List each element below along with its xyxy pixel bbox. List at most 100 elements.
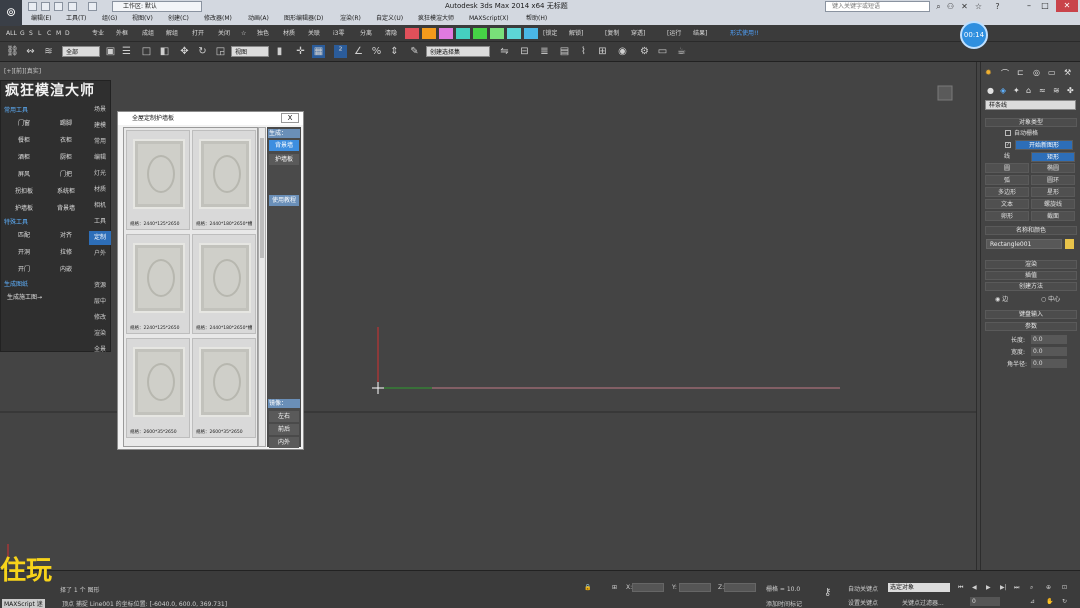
menu-modifiers[interactable]: 修改器(M) <box>204 13 232 25</box>
scale-icon[interactable]: ◲ <box>214 45 227 58</box>
rendered-frame-icon[interactable]: ▭ <box>656 45 669 58</box>
menu-tools[interactable]: 工具(T) <box>66 13 86 25</box>
ribbon-m[interactable]: M <box>56 25 61 42</box>
menu-maxscript[interactable]: MAXScript(X) <box>469 13 509 25</box>
modify-tab-icon[interactable]: ⌒ <box>1001 68 1009 79</box>
prev-frame-icon[interactable]: ◀ <box>972 584 977 591</box>
plugin-btn-match[interactable]: 匹配 <box>3 229 45 242</box>
shape-rectangle-button[interactable]: 矩形 <box>1031 152 1075 162</box>
maximize-icon[interactable]: □ <box>1038 0 1052 12</box>
next-frame-icon[interactable]: ▶| <box>1000 584 1007 591</box>
color-swatch-blue[interactable] <box>524 28 538 39</box>
helpers-icon[interactable]: ≈ <box>1039 86 1046 95</box>
interpolation-rollout[interactable]: 插值 <box>985 271 1077 280</box>
btn-mirror-lr[interactable]: 左右 <box>269 411 299 422</box>
ribbon-unlock[interactable]: 解锁] <box>569 25 583 42</box>
object-name-input[interactable]: Rectangle001 <box>986 239 1062 249</box>
plugin-tab-material[interactable]: 材质 <box>89 183 111 197</box>
panel-thumb[interactable]: 规格：2440*180*2650*槽 <box>192 234 256 334</box>
plugin-btn-sideboard[interactable]: 餐柜 <box>3 134 45 147</box>
corner-radius-spinner[interactable]: 0.0 <box>1031 359 1067 368</box>
schematic-view-icon[interactable]: ⊞ <box>596 45 609 58</box>
name-color-rollout[interactable]: 名称和颜色 <box>985 226 1077 235</box>
align-icon[interactable]: ⊟ <box>518 45 531 58</box>
ribbon-close[interactable]: 关闭 <box>218 25 230 42</box>
named-selection-select[interactable]: 创建选择集 <box>426 46 490 57</box>
plugin-tab-modeling[interactable]: 建模 <box>89 119 111 133</box>
sign-in-icon[interactable]: ⚇ <box>946 2 955 11</box>
plugin-tab-render[interactable]: 渲染 <box>89 327 111 341</box>
plugin-btn-screen[interactable]: 屏风 <box>3 168 45 181</box>
ribbon-g[interactable]: G <box>20 25 25 42</box>
current-frame-input[interactable]: 0 <box>970 597 1000 606</box>
plugin-btn-doors[interactable]: 门窗 <box>3 117 45 130</box>
zoom-icon[interactable]: ⌕ <box>1030 584 1033 592</box>
ribbon-l[interactable]: L <box>38 25 41 42</box>
creation-method-rollout[interactable]: 创建方法 <box>985 282 1077 291</box>
ribbon-d[interactable]: D <box>65 25 70 42</box>
x-coord-input[interactable] <box>632 583 664 592</box>
favorite-icon[interactable]: ☆ <box>974 2 983 11</box>
plugin-tab-layer[interactable]: 层中 <box>89 295 111 309</box>
window-crossing-icon[interactable]: ◧ <box>158 45 171 58</box>
geometry-icon[interactable]: ● <box>987 86 994 95</box>
layer-manager-icon[interactable]: ≣ <box>538 45 551 58</box>
plugin-btn-wardrobe[interactable]: 衣柜 <box>45 134 87 147</box>
ribbon-group[interactable]: 成组 <box>142 25 154 42</box>
search-input[interactable]: 键入关键字或短语 <box>825 1 930 12</box>
menu-create[interactable]: 创建(C) <box>168 13 189 25</box>
ribbon-result[interactable]: 结果] <box>693 25 707 42</box>
cameras-icon[interactable]: ⌂ <box>1026 86 1031 95</box>
render-teapot-icon[interactable]: ☕ <box>675 45 688 58</box>
redo-icon[interactable] <box>88 2 97 11</box>
menu-rendering[interactable]: 渲染(R) <box>340 13 361 25</box>
help-icon[interactable]: ? <box>993 2 1002 11</box>
maxscript-listener[interactable]: MAXScript 迷 <box>2 599 45 608</box>
shape-line-button[interactable]: 线 <box>985 152 1029 162</box>
zoom-all-icon[interactable]: ⊕ <box>1046 584 1051 591</box>
color-swatch-red[interactable] <box>405 28 419 39</box>
plugin-btn-open-door[interactable]: 开门 <box>3 263 45 276</box>
set-key-button[interactable]: 设置关键点 <box>848 598 878 607</box>
plugin-btn-system-cabinet[interactable]: 系统柜 <box>45 185 87 198</box>
absolute-mode-icon[interactable]: ⊞ <box>612 584 617 591</box>
motion-tab-icon[interactable]: ◎ <box>1033 68 1040 77</box>
plugin-tab-edit[interactable]: 编辑 <box>89 151 111 165</box>
edit-named-sel-icon[interactable]: ✎ <box>408 45 421 58</box>
color-swatch-teal[interactable] <box>456 28 470 39</box>
pivot-center-icon[interactable]: ▮ <box>273 45 286 58</box>
create-tab-icon[interactable]: ✹ <box>985 68 992 77</box>
plugin-tab-modify[interactable]: 修改 <box>89 311 111 325</box>
orbit-icon[interactable]: ↻ <box>1062 598 1067 605</box>
render-setup-icon[interactable]: ⚙ <box>638 45 651 58</box>
binoculars-icon[interactable]: ⌕ <box>934 2 943 11</box>
auto-key-button[interactable]: 自动关键点 <box>848 584 878 593</box>
object-type-rollout[interactable]: 对象类型 <box>985 118 1077 127</box>
start-new-shape-checkbox[interactable]: ✓ <box>1005 142 1011 148</box>
plugin-btn-buckle-board[interactable]: 拐扣板 <box>3 185 45 198</box>
shape-section-button[interactable]: 截面 <box>1031 211 1075 221</box>
btn-mirror-fb[interactable]: 前后 <box>269 424 299 435</box>
curve-editor-icon[interactable]: ⌇ <box>577 45 590 58</box>
length-spinner[interactable]: 0.0 <box>1031 335 1067 344</box>
plugin-btn-skirting[interactable]: 踢脚 <box>45 117 87 130</box>
angle-snap-icon[interactable]: ∠ <box>352 45 365 58</box>
shape-circle-button[interactable]: 圆 <box>985 163 1029 173</box>
scrollbar-thumb[interactable] <box>260 138 264 258</box>
plugin-btn-stretch[interactable]: 拉修 <box>45 246 87 259</box>
menu-animation[interactable]: 动画(A) <box>248 13 269 25</box>
plugin-tab-camera[interactable]: 相机 <box>89 199 111 213</box>
auto-grid-checkbox[interactable] <box>1005 130 1011 136</box>
shape-arc-button[interactable]: 弧 <box>985 175 1029 185</box>
btn-wall-panel[interactable]: 护墙板 <box>269 154 299 165</box>
plugin-tab-scene[interactable]: 场景 <box>89 103 111 117</box>
link-icon[interactable]: ⛓ <box>6 45 19 58</box>
percent-snap-icon[interactable]: % <box>370 45 383 58</box>
ribbon-material[interactable]: 材质 <box>283 25 295 42</box>
ribbon-detach[interactable]: 分离 <box>360 25 372 42</box>
spinner-snap-icon[interactable]: ⇕ <box>388 45 401 58</box>
ribbon-i3[interactable]: i3零 <box>333 25 345 42</box>
ribbon-link[interactable]: 关联 <box>308 25 320 42</box>
plugin-tab-outdoor[interactable]: 户外 <box>89 247 111 261</box>
ribbon-outline[interactable]: 外框 <box>116 25 128 42</box>
